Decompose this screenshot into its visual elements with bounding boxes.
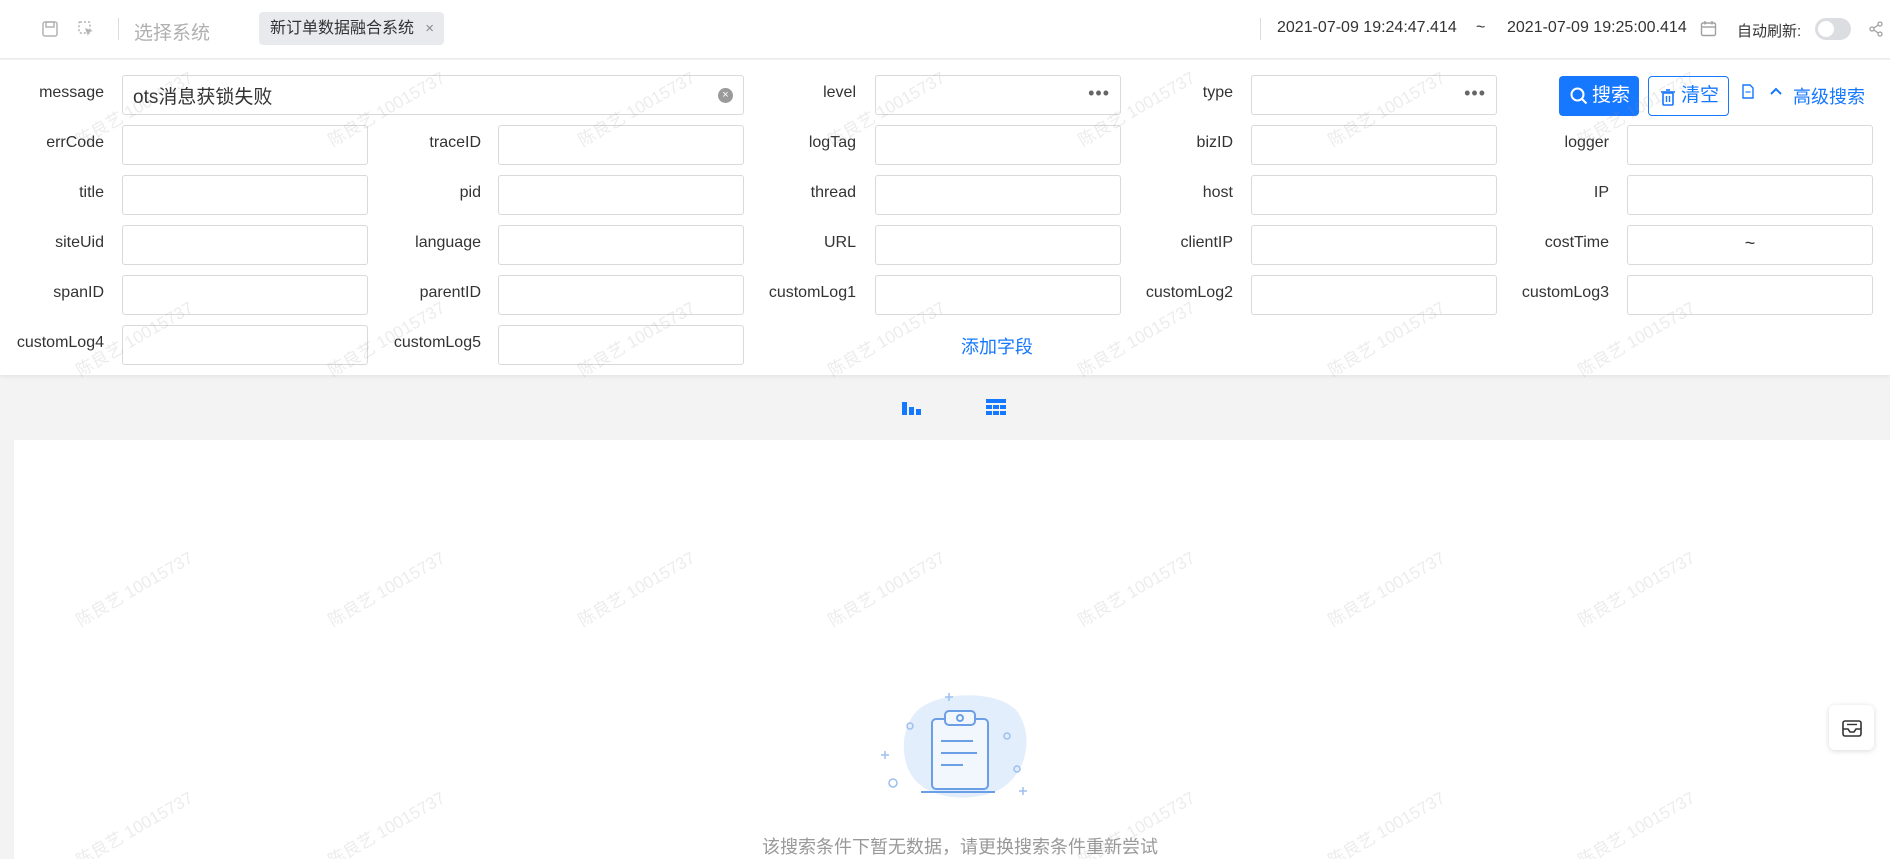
clear-button-label: 清空: [1681, 85, 1720, 106]
more-icon: •••: [1088, 83, 1110, 103]
clear-input-icon[interactable]: ×: [718, 88, 733, 103]
table-view-icon[interactable]: [985, 397, 1007, 419]
clear-button[interactable]: 清空: [1648, 76, 1729, 116]
parentID-label: parentID: [419, 284, 481, 301]
pid-label: pid: [459, 184, 481, 201]
clientIP-label: clientIP: [1180, 234, 1233, 251]
close-icon[interactable]: ×: [425, 12, 434, 45]
bizID-input[interactable]: [1251, 125, 1497, 165]
chevron-up-icon: [1770, 87, 1783, 95]
logTag-input[interactable]: [875, 125, 1121, 165]
inbox-icon: [1842, 720, 1862, 737]
system-tab[interactable]: 新订单数据融合系统 ×: [259, 12, 445, 45]
level-select[interactable]: •••: [875, 75, 1121, 115]
time-end[interactable]: 2021-07-09 19:25:00.414: [1507, 19, 1687, 37]
search-button-label: 搜索: [1592, 85, 1631, 106]
advanced-search-toggle[interactable]: [1741, 84, 1783, 105]
language-label: language: [415, 234, 481, 251]
divider: [118, 18, 119, 40]
level-label: level: [823, 84, 856, 101]
host-input[interactable]: [1251, 175, 1497, 215]
thread-label: thread: [810, 184, 856, 201]
pointer-select-icon[interactable]: [77, 20, 95, 38]
message-input[interactable]: [123, 76, 743, 114]
customLog2-label: customLog2: [1145, 284, 1233, 301]
add-field-link[interactable]: 添加字段: [961, 333, 1033, 359]
more-icon: •••: [1464, 83, 1486, 103]
siteUid-input[interactable]: [122, 225, 368, 265]
auto-refresh-toggle[interactable]: [1815, 18, 1851, 40]
customLog4-label: customLog4: [16, 334, 104, 351]
customLog5-label: customLog5: [393, 334, 481, 351]
logTag-label: logTag: [808, 134, 856, 151]
logger-label: logger: [1564, 134, 1609, 151]
costTime-range[interactable]: ~: [1627, 225, 1873, 265]
share-icon[interactable]: [1868, 21, 1886, 39]
customLog4-input[interactable]: [122, 325, 368, 365]
pid-input[interactable]: [498, 175, 744, 215]
range-separator: ~: [1744, 233, 1756, 253]
traceID-label: traceID: [429, 134, 481, 151]
time-start[interactable]: 2021-07-09 19:24:47.414: [1277, 19, 1457, 37]
advanced-search-link[interactable]: 高级搜索: [1793, 83, 1865, 109]
traceID-input[interactable]: [498, 125, 744, 165]
search-icon: [1570, 87, 1588, 105]
auto-refresh-label: 自动刷新:: [1737, 23, 1802, 40]
search-button[interactable]: 搜索: [1559, 76, 1639, 116]
customLog1-label: customLog1: [768, 284, 856, 301]
title-input[interactable]: [122, 175, 368, 215]
errCode-label: errCode: [46, 134, 104, 151]
errCode-input[interactable]: [122, 125, 368, 165]
customLog5-input[interactable]: [498, 325, 744, 365]
language-input[interactable]: [498, 225, 744, 265]
title-label: title: [79, 184, 104, 201]
message-button[interactable]: [1829, 705, 1874, 750]
message-field[interactable]: ×: [122, 75, 744, 115]
siteUid-label: siteUid: [55, 234, 104, 251]
document-icon: [1742, 84, 1754, 99]
customLog3-label: customLog3: [1521, 284, 1609, 301]
costTime-label: costTime: [1544, 234, 1609, 251]
empty-state-text: 该搜索条件下暂无数据，请更换搜索条件重新尝试: [762, 837, 1158, 857]
type-select[interactable]: •••: [1251, 75, 1497, 115]
divider: [1260, 18, 1261, 40]
thread-input[interactable]: [875, 175, 1121, 215]
spanID-input[interactable]: [122, 275, 368, 315]
bizID-label: bizID: [1196, 134, 1233, 151]
select-system-link[interactable]: 选择系统: [134, 18, 210, 45]
clientIP-input[interactable]: [1251, 225, 1497, 265]
empty-clipboard-illustration: [877, 691, 1031, 801]
chart-view-icon[interactable]: [900, 397, 922, 419]
host-label: host: [1202, 184, 1233, 201]
customLog1-input[interactable]: [875, 275, 1121, 315]
logger-input[interactable]: [1627, 125, 1873, 165]
spanID-label: spanID: [53, 284, 104, 301]
save-icon[interactable]: [41, 20, 59, 38]
url-input[interactable]: [875, 225, 1121, 265]
message-label: message: [39, 84, 104, 101]
ip-label: IP: [1593, 184, 1609, 201]
top-bar: 选择系统 新订单数据融合系统 × 2021-07-09 19:24:47.414…: [0, 0, 1890, 59]
url-label: URL: [823, 234, 856, 251]
customLog2-input[interactable]: [1251, 275, 1497, 315]
trash-icon: [1661, 89, 1675, 106]
time-separator: ~: [1476, 19, 1486, 36]
parentID-input[interactable]: [498, 275, 744, 315]
type-label: type: [1202, 84, 1233, 101]
calendar-icon[interactable]: [1700, 20, 1718, 38]
system-tab-label: 新订单数据融合系统: [270, 20, 415, 37]
customLog3-input[interactable]: [1627, 275, 1873, 315]
ip-input[interactable]: [1627, 175, 1873, 215]
